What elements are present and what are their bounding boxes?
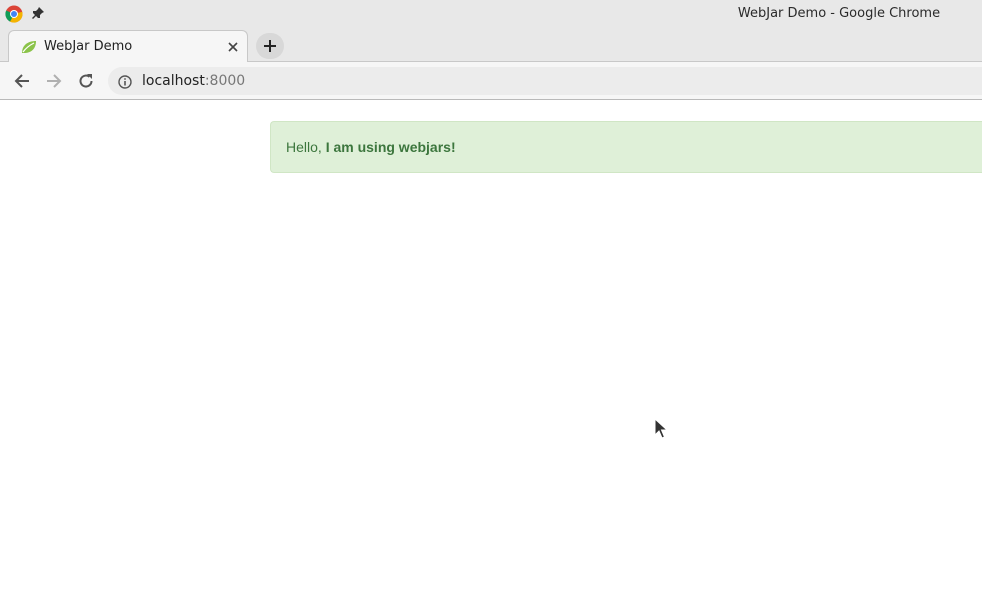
alert-emphasis: I am using webjars!: [325, 139, 456, 155]
url-port: :8000: [204, 73, 246, 89]
reload-button[interactable]: [76, 71, 96, 91]
forward-button[interactable]: [44, 71, 64, 91]
browser-toolbar: localhost:8000: [0, 62, 982, 100]
url-host: localhost: [142, 73, 205, 89]
new-tab-button[interactable]: [256, 33, 284, 59]
spring-leaf-icon: [20, 39, 38, 55]
window-title: WebJar Demo - Google Chrome: [737, 6, 941, 21]
tab-title: WebJar Demo: [44, 39, 133, 54]
address-bar[interactable]: localhost:8000: [108, 67, 982, 95]
plus-icon: [264, 40, 276, 52]
mouse-cursor-icon: [654, 417, 669, 440]
back-button[interactable]: [12, 71, 32, 91]
pin-icon[interactable]: [30, 5, 46, 21]
tab-strip: WebJar Demo: [0, 29, 982, 63]
window-titlebar: WebJar Demo - Google Chrome: [0, 0, 982, 29]
success-alert: Hello, I am using webjars!: [270, 121, 982, 173]
tab-close-icon[interactable]: [225, 39, 241, 55]
url-text[interactable]: localhost:8000: [142, 73, 245, 89]
tab-webjar-demo[interactable]: WebJar Demo: [8, 30, 248, 63]
alert-prefix: Hello,: [286, 139, 326, 155]
arrow-right-icon: [47, 74, 62, 88]
arrow-left-icon: [14, 74, 29, 88]
chrome-logo-icon: [5, 5, 23, 23]
info-icon[interactable]: [118, 74, 132, 89]
reload-icon: [79, 74, 93, 88]
page-viewport: Hello, I am using webjars!: [0, 101, 982, 595]
